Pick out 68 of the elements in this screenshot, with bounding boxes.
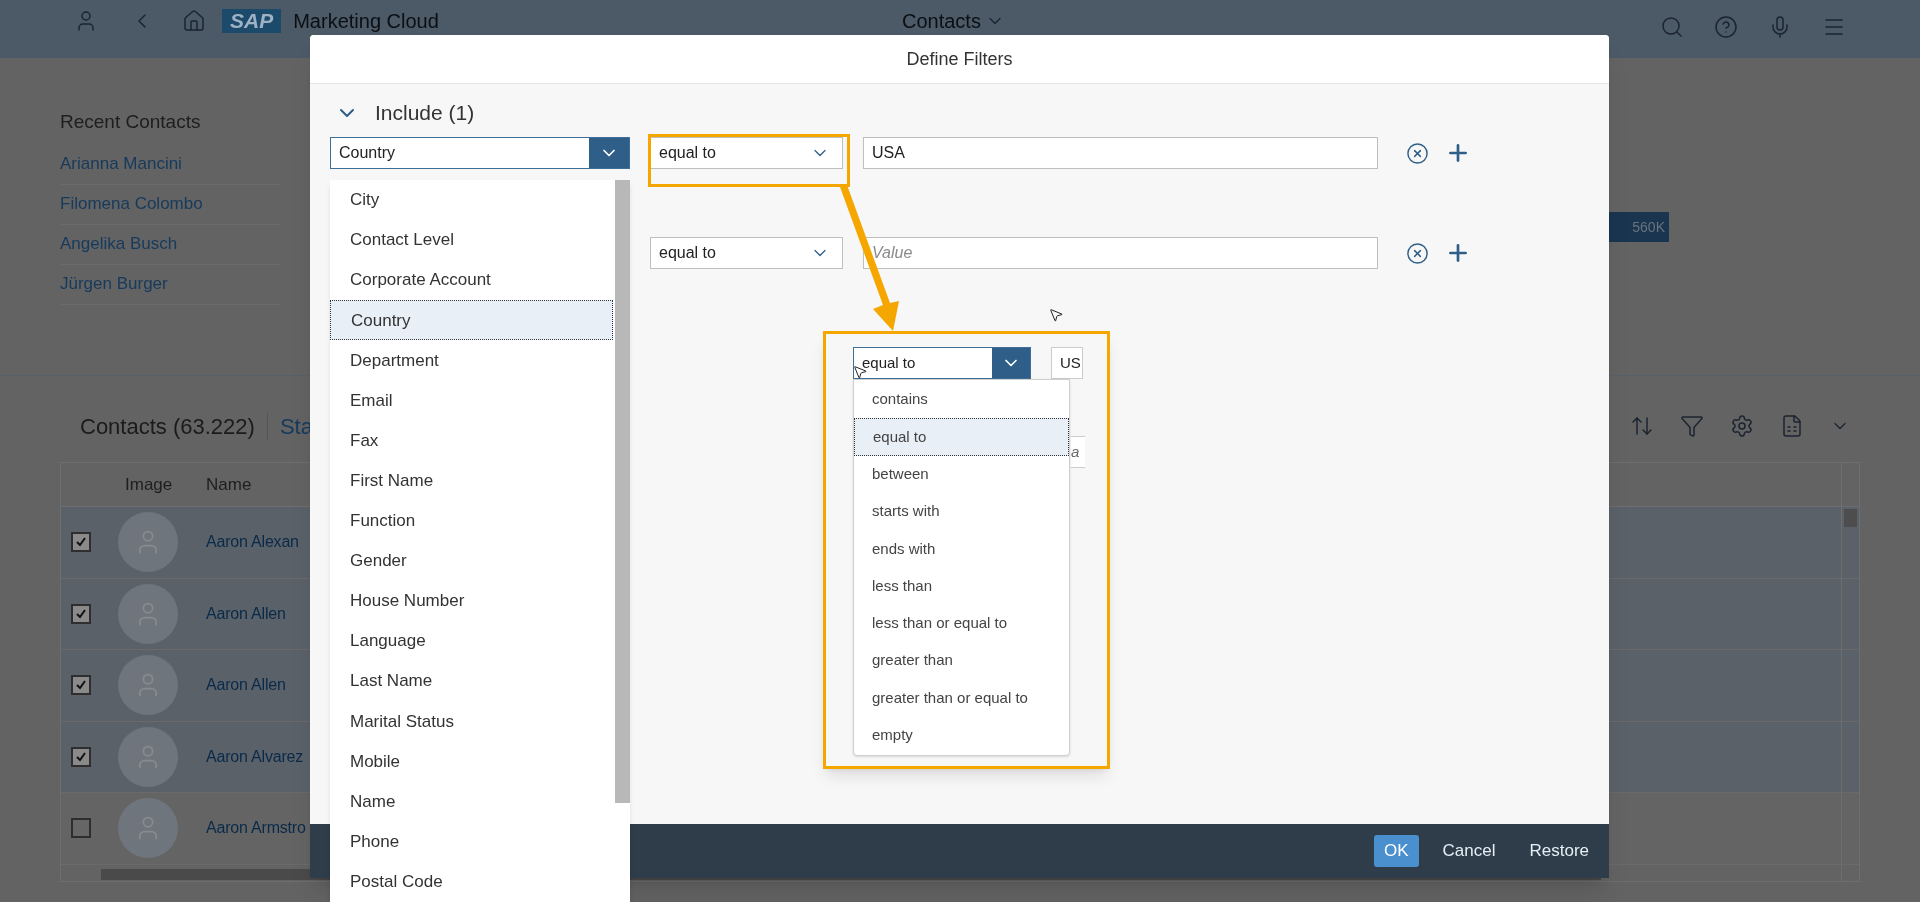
table-title: Contacts (63.222)	[80, 412, 255, 441]
dropdown-item[interactable]: starts with	[854, 492, 1069, 531]
dropdown-item[interactable]: Phone	[330, 821, 613, 862]
dropdown-item[interactable]: greater than or equal to	[854, 679, 1069, 717]
checkbox[interactable]	[71, 603, 91, 624]
field-select[interactable]: Country	[330, 137, 630, 169]
search-icon[interactable]	[1660, 15, 1684, 39]
dropdown-item[interactable]: Contact Level	[330, 220, 613, 261]
export-icon[interactable]	[1780, 414, 1804, 438]
checkbox[interactable]	[71, 532, 91, 553]
dropdown-item[interactable]: empty	[854, 716, 1069, 754]
scrollbar-thumb[interactable]	[1844, 509, 1857, 527]
dropdown-item[interactable]: contains	[854, 381, 1069, 419]
checkmark-icon	[75, 536, 87, 549]
checkmark-icon	[75, 679, 87, 692]
cursor-icon	[1048, 307, 1064, 323]
remove-icon[interactable]	[1406, 141, 1429, 165]
value-field[interactable]: Value	[863, 237, 1378, 269]
dropdown-item[interactable]: First Name	[330, 460, 613, 501]
operator-select[interactable]: equal to	[853, 347, 1031, 379]
checkbox[interactable]	[71, 818, 91, 839]
dialog-button[interactable]: Restore	[1519, 835, 1599, 867]
operator-select[interactable]: equal to	[650, 137, 843, 169]
dialog-button[interactable]: Cancel	[1432, 835, 1506, 867]
section-title: Recent Contacts	[60, 110, 202, 134]
dropdown-item[interactable]: Gender	[330, 540, 613, 581]
help-icon[interactable]	[1714, 15, 1738, 39]
column-header: Name	[206, 473, 252, 496]
operator-select[interactable]: equal to	[650, 237, 843, 269]
section-title[interactable]: Include (1)	[375, 97, 475, 129]
logo[interactable]: SAP	[222, 9, 282, 33]
dropdown-item[interactable]: ends with	[854, 530, 1069, 568]
dropdown-item[interactable]: Language	[330, 621, 613, 662]
checkbox[interactable]	[71, 675, 91, 696]
checkmark-icon	[75, 607, 87, 620]
value-field[interactable]: US	[1051, 347, 1083, 379]
sort-icon[interactable]	[1630, 414, 1654, 438]
value-field[interactable]: USA	[863, 137, 1378, 169]
filter-icon[interactable]	[1680, 414, 1704, 438]
dropdown-item[interactable]: City	[330, 180, 613, 221]
home-icon[interactable]	[182, 9, 206, 33]
kpi-bar: 560K	[1609, 212, 1669, 242]
dropdown-item[interactable]: less than or equal to	[854, 604, 1069, 643]
scrollbar-thumb[interactable]	[615, 180, 630, 803]
settings-icon[interactable]	[1730, 414, 1754, 438]
dropdown-item[interactable]: Corporate Account	[330, 260, 613, 301]
dropdown-item[interactable]: House Number	[330, 580, 613, 622]
dropdown-item[interactable]: Department	[330, 340, 613, 381]
checkmark-icon	[75, 750, 87, 763]
dropdown-item[interactable]: Postal Code	[330, 861, 613, 902]
remove-icon[interactable]	[1406, 241, 1429, 265]
dropdown-item[interactable]: less than	[854, 567, 1069, 605]
dropdown-item[interactable]: Mobile	[330, 741, 613, 782]
checkbox[interactable]	[71, 746, 91, 767]
dropdown-item[interactable]: Name	[330, 781, 613, 822]
app-title: Marketing Cloud	[293, 9, 439, 33]
dropdown-item[interactable]: Marital Status	[330, 701, 613, 742]
dropdown-item[interactable]: Fax	[330, 420, 613, 461]
column-header: Image	[125, 473, 174, 496]
dropdown-item[interactable]: greater than	[854, 642, 1069, 680]
dropdown-item[interactable]: Function	[330, 500, 613, 541]
dropdown-item[interactable]: Country	[330, 300, 613, 341]
value-field[interactable]: a	[1071, 436, 1085, 468]
dropdown-item[interactable]: Last Name	[330, 661, 613, 702]
dropdown-item[interactable]: equal to	[854, 418, 1069, 456]
dialog-title: Define Filters	[906, 47, 1013, 71]
dropdown-item[interactable]: Email	[330, 380, 613, 421]
dropdown-item[interactable]: between	[854, 455, 1069, 493]
